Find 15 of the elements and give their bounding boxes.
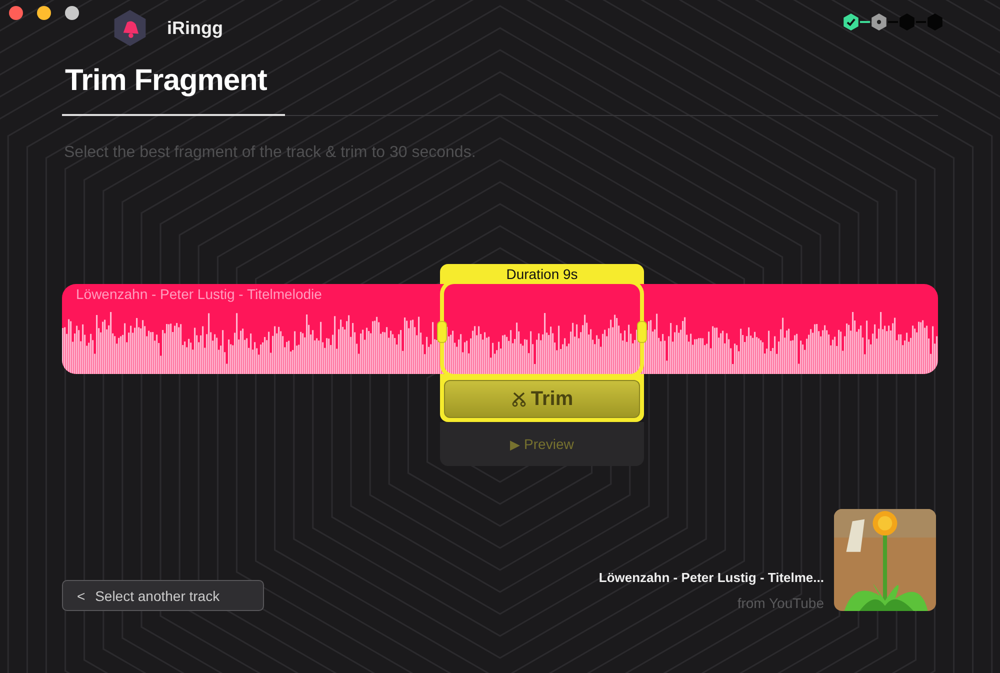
- app-name: iRingg: [167, 18, 223, 38]
- zoom-button[interactable]: [65, 6, 79, 20]
- preview-button[interactable]: ▶ Preview: [440, 422, 644, 466]
- source-track-title: Löwenzahn - Peter Lustig - Titelme...: [598, 570, 824, 585]
- page-title: Trim Fragment: [62, 64, 285, 116]
- duration-label: Duration 9s: [440, 264, 644, 284]
- source-label: from YouTube: [737, 595, 824, 611]
- close-button[interactable]: [9, 6, 23, 20]
- scissors-icon: [510, 391, 527, 407]
- minimize-button[interactable]: [37, 6, 51, 20]
- trim-button[interactable]: Trim: [444, 380, 640, 418]
- trim-handle[interactable]: [637, 321, 647, 343]
- track-title: Löwenzahn - Peter Lustig - Titelmelodie: [76, 286, 322, 302]
- back-button[interactable]: < Select another track: [62, 580, 264, 611]
- trim-handle[interactable]: [437, 321, 447, 343]
